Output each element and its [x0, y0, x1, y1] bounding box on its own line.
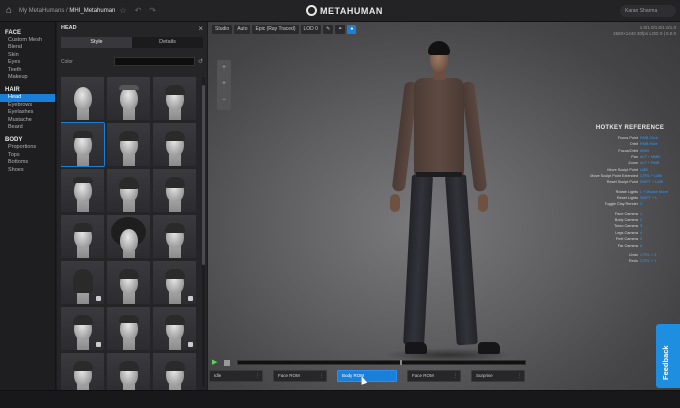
hairstyle-tile[interactable] [61, 261, 104, 304]
star-icon[interactable]: ☆ [119, 6, 126, 15]
locked-icon [188, 296, 193, 301]
hairstyle-tile[interactable] [61, 215, 104, 258]
timeline-track[interactable] [237, 360, 526, 365]
head-hair-panel: HEAD × Style Details Color ↺ [57, 22, 207, 390]
metahuman-creator-app: ⌂ My MetaHumans / MHI_Metahuman ☆ ↶ ↷ ME… [0, 0, 680, 408]
more-icon[interactable]: ⋮ [319, 371, 324, 381]
hairstyle-tile[interactable] [107, 353, 150, 390]
nav-tops[interactable]: Tops [0, 152, 55, 159]
nav-shoes[interactable]: Shoes [0, 167, 55, 174]
tab-details[interactable]: Details [132, 37, 203, 48]
hairstyle-tile[interactable] [153, 261, 196, 304]
category-sidebar: FACE Custom Mesh Blend Skin Eyes Teeth M… [0, 22, 56, 390]
hairstyle-tile[interactable] [61, 307, 104, 350]
nav-teeth[interactable]: Teeth [0, 67, 55, 74]
hairstyle-tile[interactable] [153, 215, 196, 258]
pose-body-rom[interactable]: Body ROM ⋮ [337, 370, 397, 382]
hairstyle-tile[interactable] [107, 261, 150, 304]
hairstyle-tile[interactable] [107, 77, 150, 120]
hairstyle-tile[interactable] [107, 123, 150, 166]
stop-icon[interactable] [224, 359, 230, 366]
color-label: Color [61, 58, 73, 65]
breadcrumb: My MetaHumans / MHI_Metahuman [19, 7, 116, 14]
breadcrumb-current: MHI_Metahuman [69, 7, 116, 14]
nav-bottoms[interactable]: Bottoms [0, 159, 55, 166]
nav-head[interactable]: Head [0, 94, 55, 102]
nav-beard[interactable]: Beard [0, 124, 55, 131]
bottom-strip [0, 390, 680, 408]
pose-face-rom[interactable]: Face ROM ⋮ [273, 370, 327, 382]
feedback-button[interactable]: Feedback [656, 324, 680, 388]
section-face: FACE [5, 30, 22, 36]
more-icon[interactable]: ⋮ [389, 371, 394, 381]
more-icon[interactable]: ⋮ [517, 371, 522, 381]
close-icon[interactable]: × [198, 24, 203, 33]
user-menu[interactable]: Karan Sharma [620, 5, 676, 17]
hotkey-row: Redo CTRL + Y [584, 258, 676, 264]
home-icon[interactable]: ⌂ [3, 5, 15, 17]
undo-icon[interactable]: ↶ [135, 6, 142, 15]
hairstyle-tile[interactable] [153, 77, 196, 120]
hairstyle-tile[interactable] [153, 123, 196, 166]
panel-scrollbar[interactable] [202, 77, 205, 387]
section-body: BODY [5, 137, 23, 144]
pose-face-rom-2[interactable]: Face ROM ⋮ [407, 370, 461, 382]
pose-surprise[interactable]: Surprise ⋮ [471, 370, 525, 382]
hairstyle-tile[interactable] [107, 307, 150, 350]
tab-style[interactable]: Style [61, 37, 132, 48]
color-swatch[interactable] [114, 57, 195, 66]
more-icon[interactable]: ⋮ [453, 371, 458, 381]
hairstyle-tile[interactable] [153, 169, 196, 212]
animation-timeline: ▶ [212, 358, 526, 367]
nav-mustache[interactable]: Mustache [0, 117, 55, 124]
hairstyle-tile[interactable] [153, 353, 196, 390]
hairstyle-tile[interactable] [61, 353, 104, 390]
nav-makeup[interactable]: Makeup [0, 74, 55, 81]
nav-custom-mesh[interactable]: Custom Mesh [0, 37, 55, 44]
section-hair: HAIR [5, 87, 20, 94]
brand-logo: METAHUMAN [306, 5, 383, 16]
metahuman-logo-icon [306, 5, 317, 16]
color-row: Color ↺ [61, 57, 203, 66]
hairstyle-tile[interactable] [153, 307, 196, 350]
hairstyle-tile[interactable] [61, 169, 104, 212]
3d-viewport[interactable]: Studio Auto Epic (Ray Traced) LOD 0 ✎ ⚭ … [208, 22, 680, 390]
more-icon[interactable]: ⋮ [255, 371, 260, 381]
pose-selector: Idle ⋮ Face ROM ⋮ Body ROM ⋮ Face ROM ⋮ Surp… [208, 370, 528, 382]
scroll-thumb[interactable] [202, 85, 205, 265]
locked-icon [96, 296, 101, 301]
locked-icon [188, 342, 193, 347]
panel-tabs: Style Details [61, 37, 203, 48]
hotkey-title: HOTKEY REFERENCE [595, 125, 665, 131]
redo-icon[interactable]: ↷ [149, 6, 156, 15]
hotkey-reference: HOTKEY REFERENCE Focus Point RMB Click Orb… [584, 125, 676, 265]
pose-idle[interactable]: Idle ⋮ [209, 370, 263, 382]
nav-blend[interactable]: Blend [0, 44, 55, 51]
panel-header: HEAD × [57, 22, 207, 34]
nav-eyes[interactable]: Eyes [0, 59, 55, 66]
nav-eyelashes[interactable]: Eyelashes [0, 109, 55, 116]
timeline-marker[interactable] [400, 360, 402, 365]
top-bar: ⌂ My MetaHumans / MHI_Metahuman ☆ ↶ ↷ ME… [0, 0, 680, 22]
panel-title: HEAD [61, 25, 77, 31]
play-icon[interactable]: ▶ [212, 359, 219, 366]
nav-eyebrows[interactable]: Eyebrows [0, 102, 55, 109]
hairstyle-tile[interactable] [61, 77, 104, 120]
breadcrumb-parent[interactable]: My MetaHumans [19, 8, 64, 14]
hairstyle-tile[interactable] [107, 169, 150, 212]
locked-icon [96, 342, 101, 347]
hairstyle-tile-selected[interactable] [61, 122, 105, 167]
reset-icon[interactable]: ↺ [198, 58, 203, 65]
nav-skin[interactable]: Skin [0, 52, 55, 59]
hairstyle-tile[interactable] [107, 215, 150, 258]
hotkey-label: Redo [628, 259, 638, 264]
hairstyle-grid [61, 77, 197, 390]
nav-proportions[interactable]: Proportions [0, 144, 55, 151]
hotkey-key: CTRL + Y [640, 259, 657, 264]
